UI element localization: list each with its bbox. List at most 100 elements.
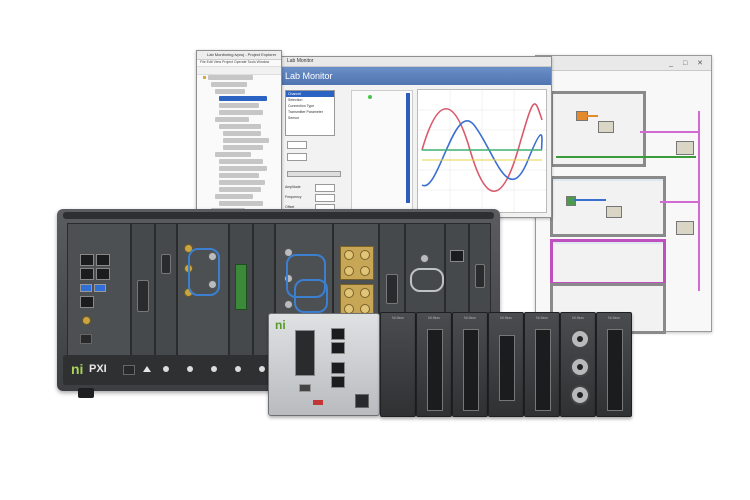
menu-bar[interactable]: File Edit View Project Operate Tools Win…	[197, 60, 281, 67]
slot-marker-icon	[259, 366, 265, 372]
controller-panel	[295, 330, 315, 376]
tree-item[interactable]	[223, 138, 269, 143]
c-series-module: NI-9xxx	[596, 312, 632, 417]
tree-item[interactable]	[219, 201, 263, 206]
ethernet-port	[331, 376, 345, 388]
field-label: Amplitude	[285, 185, 301, 189]
case-selector[interactable]	[553, 179, 663, 181]
lab-monitor-titlebar[interactable]: Lab Monitor	[279, 57, 551, 67]
ethernet-port	[96, 254, 110, 266]
tree-item[interactable]	[215, 194, 253, 199]
tree-item[interactable]	[215, 117, 249, 122]
power-button[interactable]	[123, 365, 135, 375]
pxi-module	[155, 223, 177, 367]
ethernet-port	[80, 254, 94, 266]
event-selector[interactable]	[553, 242, 663, 244]
amplitude-field[interactable]	[315, 184, 335, 192]
lab-monitor-header: Lab Monitor	[279, 67, 551, 85]
tree-item[interactable]	[223, 145, 263, 150]
usb-port	[94, 284, 106, 292]
ethernet-port	[331, 328, 345, 340]
slot-marker-icon	[187, 366, 193, 372]
wire	[640, 131, 700, 133]
tree-item[interactable]	[219, 173, 259, 178]
level-indicators	[351, 90, 413, 210]
tree-item[interactable]	[219, 159, 263, 164]
function-node[interactable]	[606, 206, 622, 218]
waveform-plot	[418, 90, 546, 212]
ethernet-port	[331, 362, 345, 374]
project-icon	[203, 76, 206, 79]
block-diagram-titlebar[interactable]: _ □ ✕	[536, 56, 711, 71]
tree-item[interactable]	[219, 110, 263, 115]
wire	[660, 201, 700, 203]
dsub-connector	[475, 264, 485, 288]
module-label: NI-9xxx	[500, 316, 512, 320]
waveform-graph[interactable]	[417, 89, 547, 213]
terminal-connector	[463, 329, 479, 411]
c-series-module: NI-9xxx	[380, 312, 416, 417]
tree-item[interactable]	[208, 75, 253, 80]
subvi-node[interactable]	[676, 141, 694, 155]
event-structure	[550, 239, 666, 285]
dsub-connector	[607, 329, 623, 411]
dsub-connector	[499, 335, 515, 401]
c-series-module: NI-9xxx	[560, 312, 596, 417]
tree-item[interactable]	[211, 82, 247, 87]
dsub-connector	[535, 329, 551, 411]
project-explorer-window[interactable]: Lab Monitoring.lvproj - Project Explorer…	[196, 50, 282, 220]
ethernet-port	[80, 268, 94, 280]
slot-marker-icon	[163, 366, 169, 372]
tree-item[interactable]	[223, 131, 261, 136]
module-label: NI-9xxx	[464, 316, 476, 320]
bnc-connector	[570, 357, 590, 377]
wire	[574, 199, 606, 201]
chassis-handle	[63, 212, 494, 219]
window-controls[interactable]: _ □ ✕	[669, 59, 707, 67]
tree-item[interactable]	[219, 103, 259, 108]
dsub-connector	[386, 274, 398, 304]
c-series-module: NI-9xxx	[524, 312, 560, 417]
function-node[interactable]	[598, 121, 614, 133]
chassis-foot	[78, 388, 94, 398]
block-diagram-window[interactable]: _ □ ✕	[535, 55, 712, 334]
lab-monitor-window[interactable]: Lab Monitor Lab Monitor Channel Selectio…	[278, 56, 552, 218]
toolbar[interactable]	[197, 67, 281, 75]
status-led	[368, 95, 372, 99]
slider-control[interactable]	[287, 171, 341, 177]
rf-connector	[284, 300, 293, 309]
power-connector	[355, 394, 369, 408]
wire	[556, 156, 696, 158]
usb-port	[299, 384, 311, 392]
tree-item[interactable]	[219, 180, 265, 185]
project-explorer-titlebar[interactable]: Lab Monitoring.lvproj - Project Explorer	[197, 51, 281, 60]
numeric-control[interactable]	[287, 141, 307, 149]
block-diagram-canvas[interactable]	[536, 71, 711, 334]
frequency-field[interactable]	[315, 194, 335, 202]
wire	[586, 115, 598, 117]
rf-connector-block	[340, 246, 374, 280]
tree-item-selected[interactable]	[219, 96, 267, 101]
tree-item[interactable]	[215, 89, 245, 94]
c-series-module: NI-9xxx	[488, 312, 524, 417]
numeric-control[interactable]	[287, 153, 307, 161]
boolean-node[interactable]	[566, 196, 576, 206]
tree-item[interactable]	[219, 166, 267, 171]
module-label: NI-9xxx	[428, 316, 440, 320]
reset-switch[interactable]	[313, 400, 323, 405]
graph-grid	[418, 90, 546, 212]
slot-marker-icon	[211, 366, 217, 372]
slot-marker-icon	[143, 366, 151, 372]
pxi-module	[131, 223, 155, 367]
pxi-module	[229, 223, 253, 367]
tree-item[interactable]	[219, 124, 261, 129]
pxi-logo: PXI	[89, 363, 107, 375]
tree-item[interactable]	[215, 152, 251, 157]
tree-item[interactable]	[219, 187, 261, 192]
control-listbox[interactable]: Channel Selection Connection Type Transm…	[285, 90, 335, 136]
field-label: Frequency	[285, 195, 302, 199]
subvi-node[interactable]	[676, 221, 694, 235]
trigger-connector	[82, 316, 91, 325]
listbox-item[interactable]: Sensor	[286, 115, 334, 121]
ethernet-port	[96, 268, 110, 280]
